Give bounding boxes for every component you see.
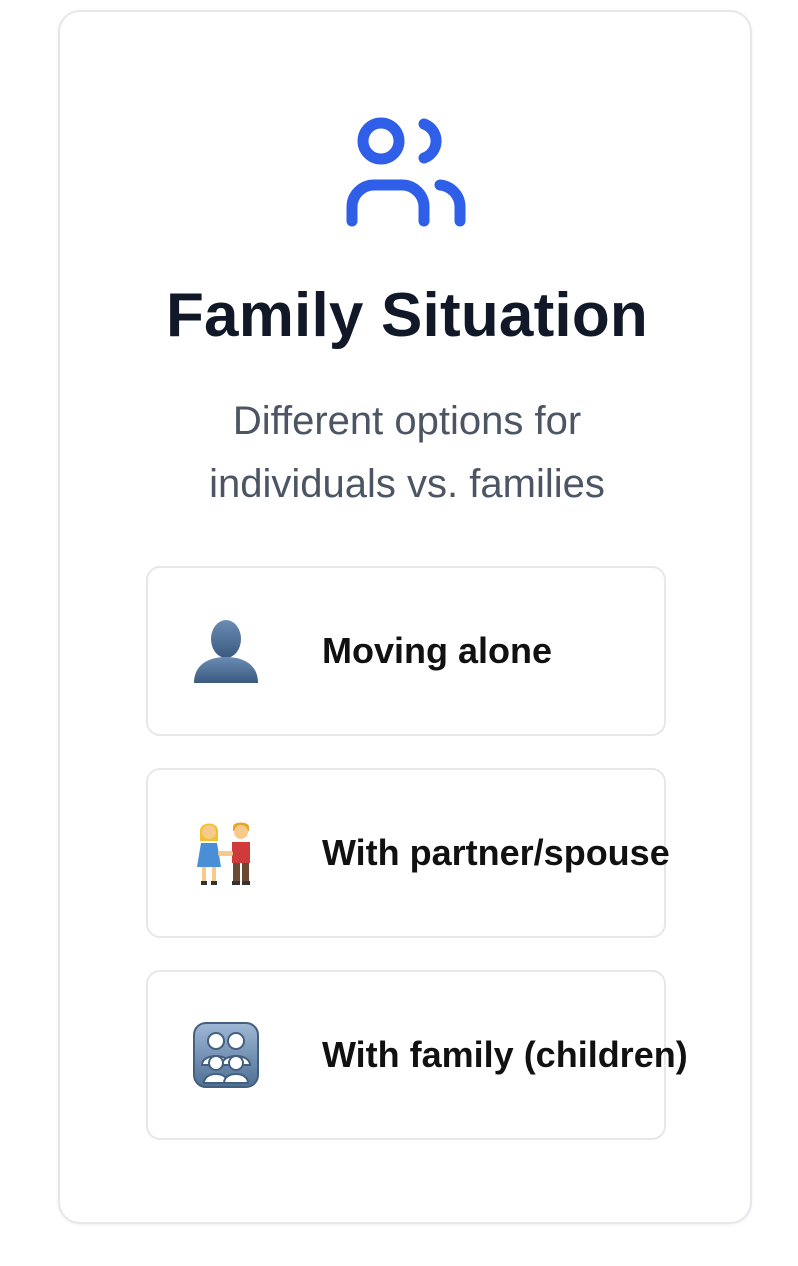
option-label: With partner/spouse	[322, 832, 670, 873]
person-silhouette-icon	[194, 620, 258, 683]
option-moving-alone[interactable]: Moving alone	[146, 566, 666, 736]
option-with-family[interactable]: With family (children)	[146, 970, 688, 1140]
couple-icon	[197, 822, 250, 885]
page-title: Family Situation	[165, 281, 649, 350]
family-situation-card: Family Situation Different options for i…	[58, 10, 752, 1224]
users-icon	[346, 117, 466, 227]
family-icon	[193, 1022, 259, 1088]
page-subtitle: Different options for individuals vs. fa…	[209, 399, 605, 506]
option-label: Moving alone	[322, 630, 553, 671]
option-label: With family (children)	[322, 1034, 688, 1075]
option-with-partner[interactable]: With partner/spouse	[146, 768, 670, 938]
